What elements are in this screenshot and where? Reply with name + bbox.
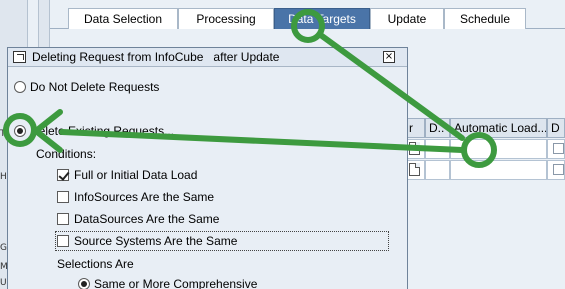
- grid-cell[interactable]: [450, 139, 547, 159]
- column-header[interactable]: D..: [425, 118, 450, 138]
- grid-cell[interactable]: [425, 160, 450, 180]
- edge-char: H: [0, 172, 7, 182]
- radio-button-selected[interactable]: [14, 125, 26, 137]
- edge-char: U: [0, 278, 7, 288]
- radio-button[interactable]: [14, 81, 26, 93]
- tab-update[interactable]: Update: [370, 8, 444, 29]
- document-icon[interactable]: [409, 163, 420, 176]
- checkbox[interactable]: [57, 213, 69, 225]
- radio-delete-existing[interactable]: Delete Existing Requests...: [14, 124, 174, 138]
- radio-do-not-delete[interactable]: Do Not Delete Requests: [14, 80, 159, 94]
- edge-char: G: [0, 243, 7, 253]
- radio-same-or-more[interactable]: Same or More Comprehensive: [78, 277, 257, 289]
- selections-label: Selections Are: [57, 257, 134, 271]
- column-header[interactable]: D: [547, 118, 565, 138]
- checkbox[interactable]: [57, 235, 69, 247]
- column-header[interactable]: r: [405, 118, 425, 138]
- tab-processing[interactable]: Processing: [178, 8, 274, 29]
- grid-cell[interactable]: [450, 160, 547, 180]
- delete-request-dialog: Deleting Request from InfoCube after Upd…: [7, 47, 408, 289]
- edge-char: T: [0, 129, 6, 139]
- checkbox-full-initial-load[interactable]: Full or Initial Data Load: [57, 168, 197, 182]
- grid-cell[interactable]: [425, 139, 450, 159]
- checkbox-checked[interactable]: [57, 169, 69, 181]
- checkbox-source-systems-same[interactable]: Source Systems Are the Same: [57, 234, 237, 248]
- checkbox-infosources-same[interactable]: InfoSources Are the Same: [57, 190, 214, 204]
- conditions-label: Conditions:: [36, 147, 97, 161]
- close-icon[interactable]: ×: [383, 51, 395, 63]
- radio-button-selected[interactable]: [78, 278, 90, 289]
- checkbox[interactable]: [57, 191, 69, 203]
- checkbox-datasources-same[interactable]: DataSources Are the Same: [57, 212, 219, 226]
- dialog-title-bar[interactable]: Deleting Request from InfoCube after Upd…: [8, 48, 407, 67]
- tab-data-targets[interactable]: Data Targets: [274, 8, 370, 29]
- tab-data-selection[interactable]: Data Selection: [68, 8, 178, 29]
- dialog-window-icon: [13, 51, 26, 63]
- tab-schedule[interactable]: Schedule: [444, 8, 526, 29]
- checkbox[interactable]: [553, 143, 564, 154]
- column-header-automatic-load[interactable]: Automatic Load...: [450, 118, 547, 138]
- document-icon[interactable]: [409, 142, 420, 155]
- checkbox[interactable]: [553, 164, 564, 175]
- dialog-title: Deleting Request from InfoCube after Upd…: [32, 50, 280, 64]
